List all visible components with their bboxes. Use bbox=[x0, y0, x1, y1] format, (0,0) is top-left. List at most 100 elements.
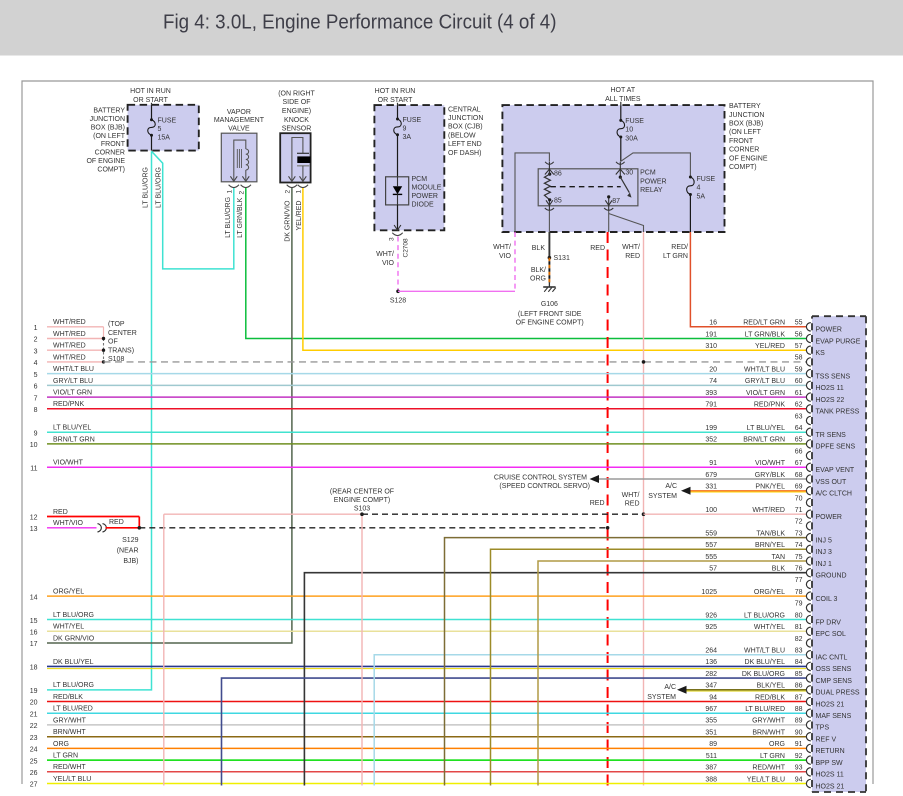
svg-text:89: 89 bbox=[709, 741, 717, 748]
svg-text:ALL TIMES: ALL TIMES bbox=[605, 96, 641, 103]
svg-text:55: 55 bbox=[795, 320, 803, 327]
svg-text:78: 78 bbox=[795, 589, 803, 596]
svg-text:INJ 1: INJ 1 bbox=[816, 561, 832, 568]
svg-text:(NEAR: (NEAR bbox=[117, 548, 139, 555]
svg-text:JUNCTION: JUNCTION bbox=[729, 112, 764, 119]
svg-text:352: 352 bbox=[705, 437, 717, 444]
svg-text:81: 81 bbox=[795, 624, 803, 631]
svg-text:VALVE: VALVE bbox=[228, 126, 250, 133]
svg-text:DPFE SENS: DPFE SENS bbox=[816, 444, 856, 451]
svg-text:20: 20 bbox=[30, 700, 38, 707]
svg-text:RED/WHT: RED/WHT bbox=[53, 764, 86, 771]
svg-text:30: 30 bbox=[625, 169, 633, 176]
svg-text:WHT/LT BLU: WHT/LT BLU bbox=[744, 648, 785, 655]
svg-text:ORG/YEL: ORG/YEL bbox=[53, 589, 84, 596]
svg-text:LT BLU/RED: LT BLU/RED bbox=[745, 706, 785, 713]
svg-text:HOT AT: HOT AT bbox=[610, 87, 635, 94]
svg-text:18: 18 bbox=[30, 665, 38, 672]
svg-text:63: 63 bbox=[795, 413, 803, 420]
svg-text:WHT/: WHT/ bbox=[376, 251, 394, 258]
svg-text:BOX (CJB): BOX (CJB) bbox=[448, 124, 483, 131]
svg-text:CENTRAL: CENTRAL bbox=[448, 106, 481, 113]
svg-text:331: 331 bbox=[705, 484, 717, 491]
svg-text:24: 24 bbox=[30, 747, 38, 754]
svg-text:393: 393 bbox=[705, 390, 717, 397]
svg-text:GRY/WHT: GRY/WHT bbox=[53, 717, 87, 724]
svg-text:90: 90 bbox=[795, 730, 803, 737]
svg-text:VAPOR: VAPOR bbox=[227, 109, 251, 116]
svg-text:1025: 1025 bbox=[701, 589, 717, 596]
svg-text:1: 1 bbox=[227, 190, 234, 194]
svg-text:HO2S 11: HO2S 11 bbox=[816, 772, 844, 779]
svg-text:4: 4 bbox=[697, 185, 701, 192]
svg-text:IAC CNTL: IAC CNTL bbox=[816, 655, 848, 662]
svg-text:75: 75 bbox=[795, 554, 803, 561]
svg-text:POWER: POWER bbox=[816, 327, 842, 334]
svg-text:WHT/: WHT/ bbox=[493, 244, 511, 251]
svg-text:FUSE: FUSE bbox=[625, 118, 644, 125]
svg-text:BATTERY: BATTERY bbox=[93, 107, 125, 114]
svg-text:10: 10 bbox=[625, 127, 633, 134]
svg-text:61: 61 bbox=[795, 390, 803, 397]
svg-text:LT BLU/YEL: LT BLU/YEL bbox=[53, 425, 91, 432]
svg-text:HO2S 21: HO2S 21 bbox=[816, 701, 845, 708]
svg-text:JUNCTION: JUNCTION bbox=[90, 116, 125, 123]
svg-text:2: 2 bbox=[34, 337, 38, 344]
svg-text:RED/: RED/ bbox=[671, 244, 688, 251]
svg-text:791: 791 bbox=[705, 402, 717, 409]
svg-text:12: 12 bbox=[30, 515, 38, 522]
svg-text:60: 60 bbox=[795, 378, 803, 385]
svg-text:OF DASH): OF DASH) bbox=[448, 150, 481, 157]
svg-text:DIODE: DIODE bbox=[412, 201, 435, 208]
svg-text:(REAR CENTER OF: (REAR CENTER OF bbox=[330, 489, 394, 496]
svg-text:VSS OUT: VSS OUT bbox=[816, 479, 847, 486]
svg-text:RED/LT GRN: RED/LT GRN bbox=[743, 320, 785, 327]
svg-text:93: 93 bbox=[795, 765, 803, 772]
svg-text:74: 74 bbox=[709, 378, 717, 385]
svg-text:ORG: ORG bbox=[53, 741, 69, 748]
svg-text:15A: 15A bbox=[158, 134, 171, 141]
svg-text:(ON LEFT: (ON LEFT bbox=[729, 129, 762, 136]
svg-text:ORG: ORG bbox=[530, 276, 546, 283]
svg-text:CRUISE CONTROL SYSTEM: CRUISE CONTROL SYSTEM bbox=[494, 474, 587, 481]
svg-text:1: 1 bbox=[34, 325, 38, 332]
svg-text:JUNCTION: JUNCTION bbox=[448, 115, 483, 122]
svg-text:HO2S 22: HO2S 22 bbox=[816, 397, 845, 404]
svg-text:WHT/RED: WHT/RED bbox=[752, 507, 785, 514]
svg-text:EVAP PURGE: EVAP PURGE bbox=[816, 338, 861, 345]
svg-text:SIDE OF: SIDE OF bbox=[282, 99, 310, 106]
svg-text:DUAL PRESS: DUAL PRESS bbox=[816, 690, 860, 697]
svg-text:A/C CLTCH: A/C CLTCH bbox=[816, 491, 852, 498]
svg-text:WHT/: WHT/ bbox=[622, 492, 640, 499]
svg-text:80: 80 bbox=[795, 612, 803, 619]
svg-text:23: 23 bbox=[30, 735, 38, 742]
svg-text:OF ENGINE: OF ENGINE bbox=[86, 158, 125, 165]
svg-text:VIO/WHT: VIO/WHT bbox=[755, 460, 786, 467]
svg-text:COMPT): COMPT) bbox=[97, 167, 125, 174]
svg-text:TRANS): TRANS) bbox=[108, 347, 134, 354]
svg-text:DK BLU/YEL: DK BLU/YEL bbox=[745, 659, 786, 666]
svg-text:73: 73 bbox=[795, 530, 803, 537]
svg-text:TAN: TAN bbox=[772, 554, 785, 561]
svg-text:RED/WHT: RED/WHT bbox=[752, 765, 785, 772]
svg-text:DK GRN/VIO: DK GRN/VIO bbox=[285, 200, 292, 242]
svg-text:REF V: REF V bbox=[816, 737, 837, 744]
svg-text:CMP SENS: CMP SENS bbox=[816, 678, 853, 685]
svg-text:58: 58 bbox=[795, 355, 803, 362]
svg-text:OR START: OR START bbox=[378, 97, 413, 104]
svg-text:64: 64 bbox=[795, 425, 803, 432]
svg-text:MANAGEMENT: MANAGEMENT bbox=[214, 117, 265, 124]
svg-text:LT GRN/BLK: LT GRN/BLK bbox=[237, 197, 244, 238]
svg-text:71: 71 bbox=[795, 507, 803, 514]
svg-text:83: 83 bbox=[795, 648, 803, 655]
svg-text:LT BLU/ORG: LT BLU/ORG bbox=[744, 612, 785, 619]
svg-text:15: 15 bbox=[30, 618, 38, 625]
svg-text:7: 7 bbox=[34, 395, 38, 402]
svg-text:77: 77 bbox=[795, 577, 803, 584]
svg-text:(BELOW: (BELOW bbox=[448, 132, 476, 139]
svg-text:POWER: POWER bbox=[412, 193, 438, 200]
svg-text:17: 17 bbox=[30, 641, 38, 648]
svg-text:(ON LEFT: (ON LEFT bbox=[93, 133, 126, 140]
svg-text:A/C: A/C bbox=[665, 483, 677, 490]
svg-text:557: 557 bbox=[705, 542, 717, 549]
